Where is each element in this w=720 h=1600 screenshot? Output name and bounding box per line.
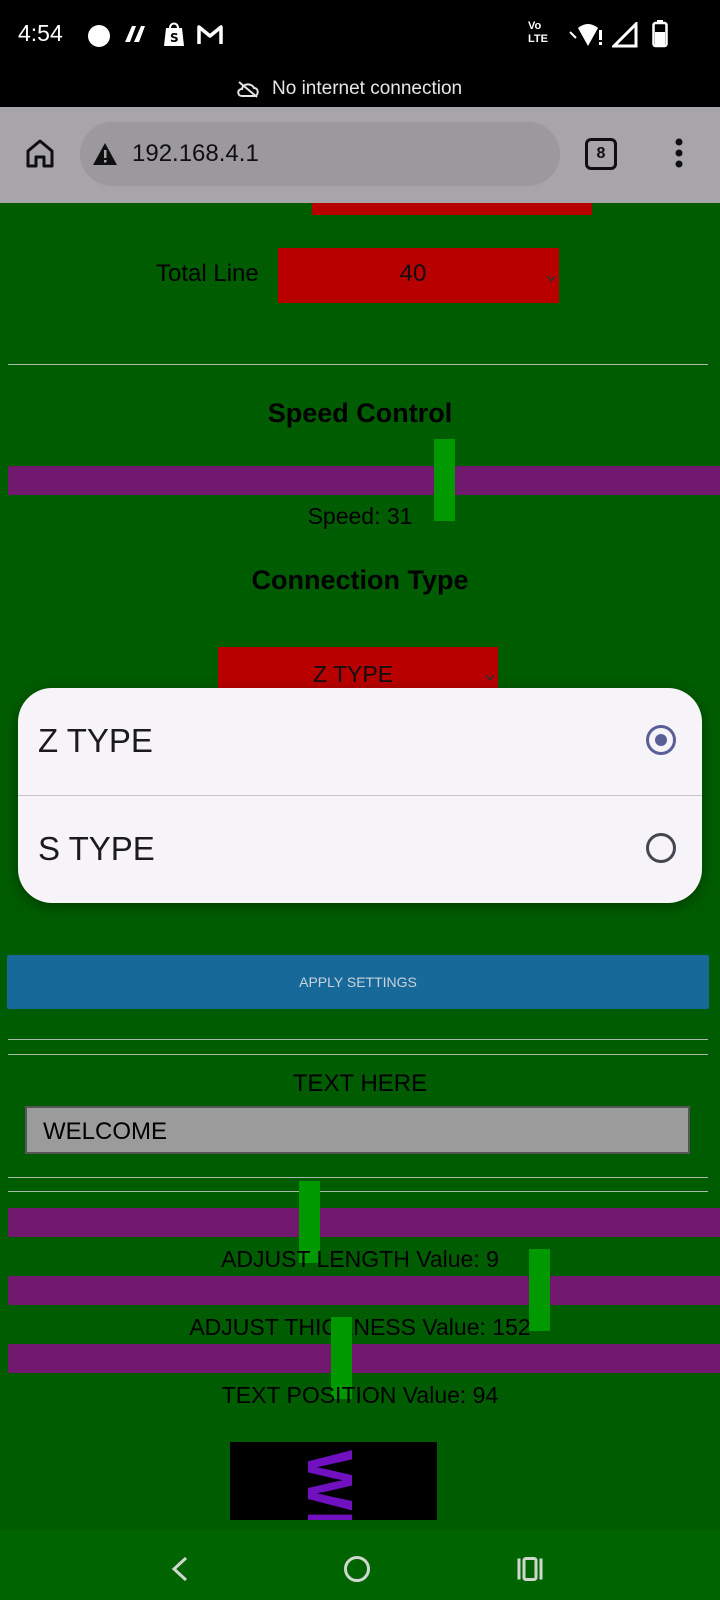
signal-icon [610,20,638,48]
wifi-icon [568,22,604,48]
app-icon [122,22,148,48]
connection-type-dialog: Z TYPE S TYPE [18,688,702,903]
svg-text:S: S [170,31,179,45]
recents-icon[interactable] [516,1557,544,1581]
option-label: S TYPE [38,830,155,867]
network-status-text: No internet connection [272,78,463,99]
volte-icon: Vo LTE [528,20,548,45]
option-label: Z TYPE [38,722,153,759]
circle-icon [88,25,110,47]
system-nav-bar [0,1530,720,1600]
option-s-type[interactable]: S TYPE [18,796,702,903]
home-nav-icon[interactable] [344,1556,370,1582]
radio-selected-icon[interactable] [646,725,676,755]
shopify-icon: S [162,20,186,48]
status-bar: 4:54 S Vo LTE [0,0,720,72]
radio-unselected-icon[interactable] [646,833,676,863]
option-z-type[interactable]: Z TYPE [18,688,702,795]
battery-icon [652,20,668,48]
cloud-off-icon [236,80,260,98]
status-time: 4:54 [18,20,63,46]
gmail-icon [196,22,224,46]
back-icon[interactable] [170,1556,190,1582]
network-status-banner: No internet connection [0,72,720,107]
